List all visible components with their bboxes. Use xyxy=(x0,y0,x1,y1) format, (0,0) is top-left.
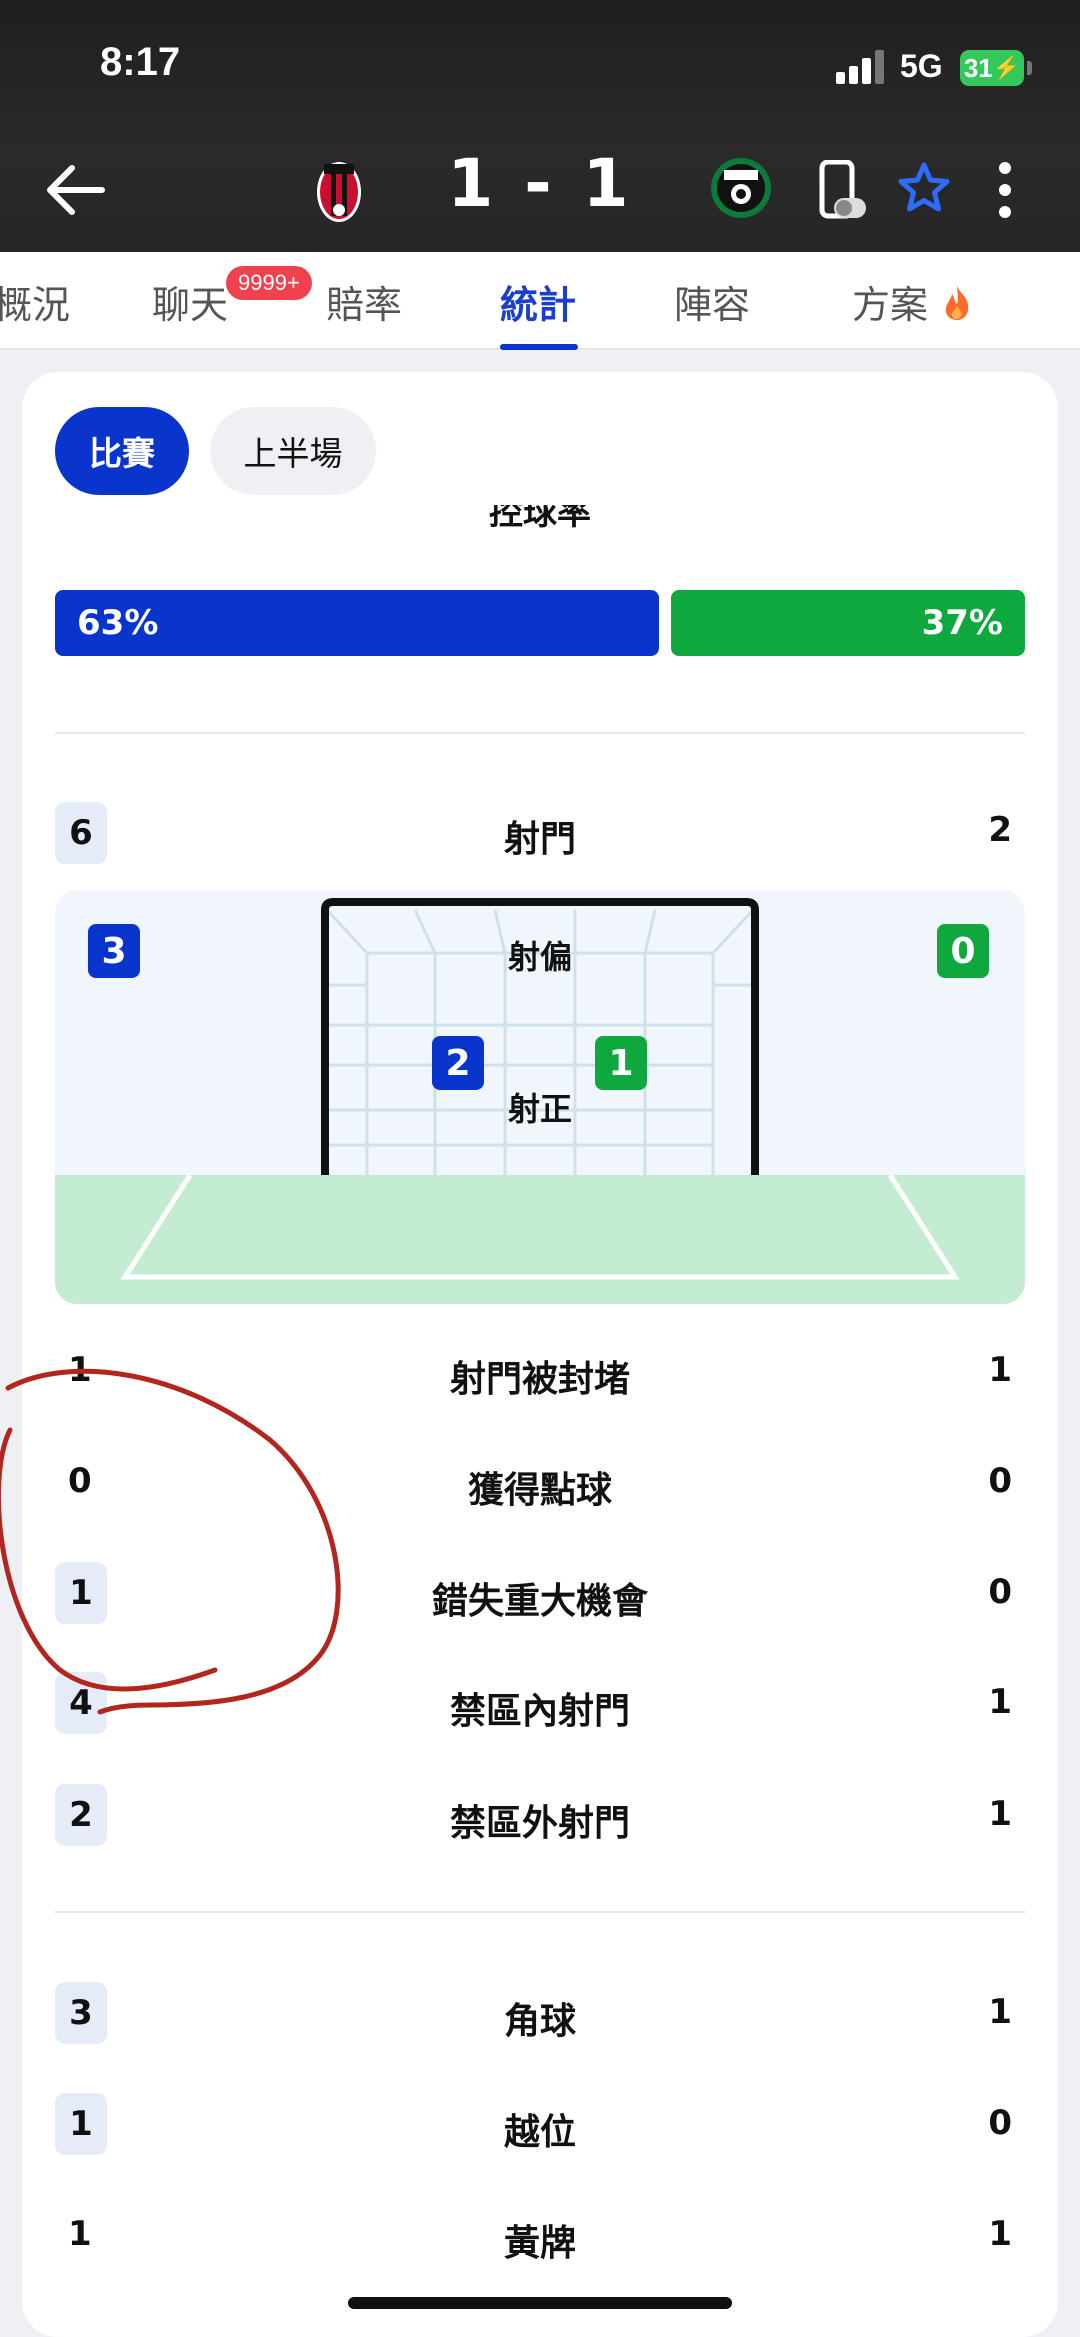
stat-away-value: 1 xyxy=(988,1794,1012,1834)
stat-home-value: 1 xyxy=(68,2214,92,2254)
off-target-away-value: 0 xyxy=(937,924,989,978)
stat-label-shots-inside-box: 禁區內射門 xyxy=(449,1691,630,1732)
stat-home-value: 3 xyxy=(55,1982,107,2044)
possession-label: 控球率 xyxy=(489,505,591,533)
home-indicator xyxy=(348,2297,732,2309)
stat-away-value: 1 xyxy=(988,1682,1012,1722)
battery-icon: 31 ⚡ xyxy=(960,50,1024,86)
possession-home-value: 63% xyxy=(77,603,159,643)
off-target-label: 射偏 xyxy=(507,938,572,976)
on-target-away-value: 1 xyxy=(595,1036,647,1090)
tab-overview[interactable]: 概況 xyxy=(0,274,70,329)
away-team-logo[interactable] xyxy=(706,150,776,230)
status-time: 8:17 xyxy=(100,40,181,84)
tab-chat[interactable]: 聊天 xyxy=(152,274,228,329)
possession-away-value: 37% xyxy=(921,603,1003,643)
stat-label-corners: 角球 xyxy=(503,2001,576,2042)
stat-label-blocked-shots: 射門被封堵 xyxy=(449,1359,630,1400)
stat-label-yellow-cards: 黃牌 xyxy=(503,2223,576,2264)
more-options-icon[interactable] xyxy=(990,160,1020,220)
stat-away-value: 1 xyxy=(988,1992,1012,2032)
stat-away-value: 0 xyxy=(988,1572,1012,1612)
tab-stats[interactable]: 統計 xyxy=(500,274,576,329)
tab-lineup[interactable]: 陣容 xyxy=(674,274,750,329)
possession-home-bar: 63% xyxy=(55,590,659,656)
stat-away-value: 1 xyxy=(988,2214,1012,2254)
stat-home-value: 2 xyxy=(55,1784,107,1846)
fire-icon xyxy=(945,286,969,320)
tab-plan-label: 方案 xyxy=(852,283,929,327)
back-arrow-icon[interactable] xyxy=(40,155,110,225)
stat-home-value: 1 xyxy=(55,2093,107,2155)
stat-away-value: 1 xyxy=(988,1350,1012,1390)
battery-level: 31 xyxy=(963,52,993,83)
possession-away-bar: 37% xyxy=(671,590,1025,656)
stat-away-value: 0 xyxy=(988,1461,1012,1501)
match-score: 1 - 1 xyxy=(447,145,633,222)
stat-away-value: 0 xyxy=(988,2103,1012,2143)
chat-count-badge: 9999+ xyxy=(226,266,312,300)
on-target-home-value: 2 xyxy=(432,1036,484,1090)
shots-label: 射門 xyxy=(503,819,576,860)
on-target-label: 射正 xyxy=(507,1090,572,1128)
section-divider xyxy=(55,1911,1025,1913)
match-header: 8:17 5G 31 ⚡ 1 - 1 xyxy=(0,0,1080,252)
segment-match-button[interactable]: 比賽 xyxy=(55,407,189,495)
favorite-star-icon[interactable] xyxy=(896,160,952,216)
shots-home-value: 6 xyxy=(55,802,107,864)
hand-drawn-annotation-circle xyxy=(0,1368,341,1715)
segment-first-half-button[interactable]: 上半場 xyxy=(210,407,376,495)
stat-label-shots-outside-box: 禁區外射門 xyxy=(449,1803,630,1844)
active-tab-indicator xyxy=(500,344,578,350)
stat-label-offsides: 越位 xyxy=(503,2112,576,2153)
phone-toggle-icon[interactable] xyxy=(818,160,868,222)
stat-label-big-chances-missed: 錯失重大機會 xyxy=(431,1581,648,1622)
shots-away-value: 2 xyxy=(988,810,1012,850)
home-team-logo[interactable] xyxy=(304,150,374,230)
tab-odds[interactable]: 賠率 xyxy=(326,274,402,329)
off-target-home-value: 3 xyxy=(88,924,140,978)
tab-plan[interactable]: 方案 xyxy=(852,274,974,329)
section-divider xyxy=(55,732,1025,734)
tab-bar: 概況 聊天 9999+ 賠率 統計 陣容 方案 xyxy=(0,252,1080,350)
network-type: 5G xyxy=(900,48,943,84)
shot-map: 3 射偏 0 2 1 射正 xyxy=(55,890,1025,1304)
stat-label-penalties-won: 獲得點球 xyxy=(467,1470,612,1511)
signal-icon xyxy=(836,50,886,84)
